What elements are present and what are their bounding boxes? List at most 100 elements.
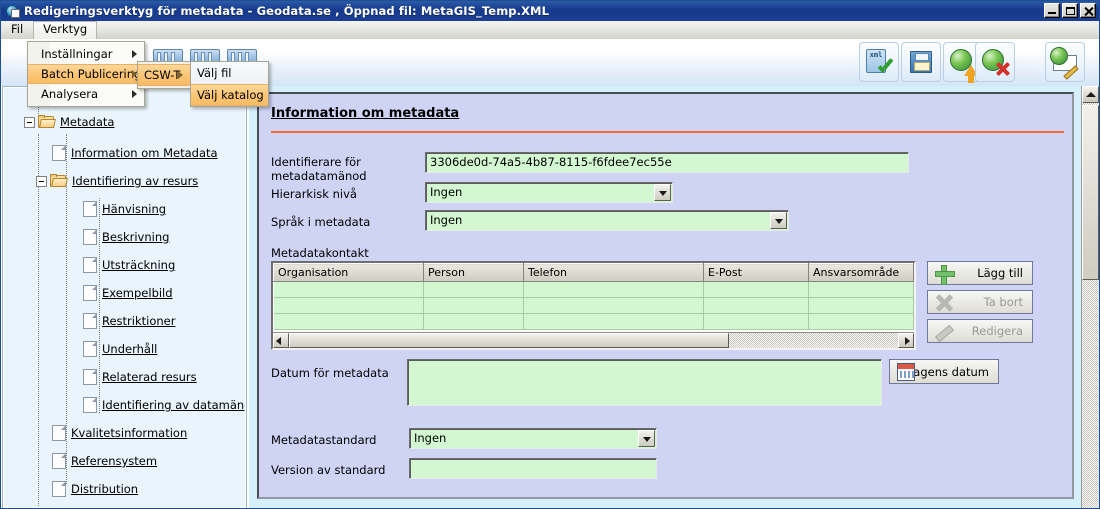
tree-node-utstrackning[interactable]: Utsträckning <box>83 255 175 275</box>
tree-node-identifiering-av-datamangd[interactable]: Identifiering av datamängd <box>83 395 245 415</box>
tree-node-identifiering-av-resurs[interactable]: Identifiering av resurs <box>36 171 198 191</box>
scroll-right-arrow-icon[interactable] <box>898 333 914 348</box>
tree-node-information-om-metadata[interactable]: Information om Metadata <box>52 143 218 163</box>
menu-item-valj-fil[interactable]: Välj fil <box>191 62 268 84</box>
chevron-down-icon[interactable] <box>638 430 655 447</box>
table-cell[interactable] <box>423 281 524 298</box>
page-icon <box>83 285 97 301</box>
hierarchy-level-select[interactable]: Ingen <box>425 182 673 203</box>
batch-publicering-submenu[interactable]: CSW-T <box>137 61 191 89</box>
tree-node-distribution[interactable]: Distribution <box>52 479 138 499</box>
tree-node-hanvisning[interactable]: Hänvisning <box>83 199 166 219</box>
menu-verktyg[interactable]: Verktyg <box>33 20 98 39</box>
table-cell[interactable] <box>808 297 914 314</box>
navigation-tree[interactable]: Metadata Information om Metadata Identif… <box>4 88 245 507</box>
collapse-expander-icon[interactable] <box>36 175 47 187</box>
menu-item-batch-publicering[interactable]: Batch Publicering <box>28 64 144 84</box>
table-cell[interactable] <box>423 297 524 314</box>
title-bar: Redigeringsverktyg för metadata - Geodat… <box>1 1 1099 21</box>
chevron-down-icon[interactable] <box>654 184 671 201</box>
content-vertical-scrollbar[interactable] <box>1081 86 1099 508</box>
table-cell[interactable] <box>808 281 914 298</box>
table-cell[interactable] <box>273 281 424 298</box>
chevron-down-icon[interactable] <box>770 212 787 229</box>
table-horizontal-scrollbar[interactable] <box>273 332 914 348</box>
metadata-date-input[interactable] <box>407 359 882 406</box>
tree-node-underhall[interactable]: Underhåll <box>83 339 157 359</box>
scrollbar-thumb[interactable] <box>1082 105 1099 280</box>
minimize-button[interactable] <box>1044 3 1060 18</box>
menu-item-csw-t[interactable]: CSW-T <box>138 64 190 86</box>
x-icon <box>935 294 953 312</box>
submenu-arrow-icon <box>132 90 137 98</box>
menu-item-valj-katalog[interactable]: Välj katalog <box>191 84 268 106</box>
table-cell[interactable] <box>273 297 424 314</box>
scroll-left-arrow-icon[interactable] <box>273 333 289 348</box>
plus-icon <box>935 265 955 285</box>
todays-date-button[interactable]: Dagens datum <box>889 359 999 384</box>
maximize-button[interactable] <box>1062 3 1078 18</box>
verktyg-dropdown-menu[interactable]: Inställningar Batch Publicering Analyser… <box>27 41 145 107</box>
submenu-arrow-icon <box>178 71 183 79</box>
add-contact-button[interactable]: Lägg till <box>927 261 1033 285</box>
page-icon <box>83 201 97 217</box>
remove-contact-button[interactable]: Ta bort <box>927 290 1033 314</box>
validate-xml-icon[interactable]: xml <box>859 42 899 82</box>
tree-node-relaterad-resurs[interactable]: Relaterad resurs <box>83 367 197 387</box>
scrollbar-thumb[interactable] <box>289 333 729 348</box>
table-cell[interactable] <box>523 297 704 314</box>
menu-fil[interactable]: Fil <box>1 21 33 39</box>
standard-version-label: Version av standard <box>271 463 386 477</box>
table-cell[interactable] <box>703 281 809 298</box>
table-row[interactable] <box>273 297 914 314</box>
app-globe-document-icon <box>5 3 21 19</box>
table-cell[interactable] <box>523 313 704 330</box>
menu-item-installningar[interactable]: Inställningar <box>28 44 144 64</box>
menu-item-label: CSW-T <box>144 68 181 82</box>
tree-node-beskrivning[interactable]: Beskrivning <box>83 227 169 247</box>
menu-item-analysera[interactable]: Analysera <box>28 84 144 104</box>
page-icon <box>83 313 97 329</box>
table-cell[interactable] <box>523 281 704 298</box>
tree-node-label: Referensystem <box>71 454 158 468</box>
tree-node-exempelbild[interactable]: Exempelbild <box>83 283 173 303</box>
edit-contact-button[interactable]: Redigera <box>927 319 1033 343</box>
tree-node-metadata[interactable]: Metadata <box>24 112 114 132</box>
tree-node-label: Identifiering av datamängd <box>102 398 245 412</box>
page-icon <box>83 229 97 245</box>
tree-node-label: Information om Metadata <box>71 146 218 160</box>
menu-item-label: Inställningar <box>41 47 113 61</box>
table-cell[interactable] <box>423 313 524 330</box>
table-cell[interactable] <box>808 313 914 330</box>
table-cell[interactable] <box>703 297 809 314</box>
tree-node-label: Hänvisning <box>102 202 167 216</box>
tree-node-kvalitetsinformation[interactable]: Kvalitetsinformation <box>52 423 187 443</box>
collapse-expander-icon[interactable] <box>24 116 35 128</box>
edit-metadata-icon[interactable] <box>1045 42 1085 82</box>
column-header-organisation[interactable]: Organisation <box>273 263 424 282</box>
column-header-ansvarsomrade[interactable]: Ansvarsområde <box>808 263 914 282</box>
save-file-icon[interactable] <box>901 42 941 82</box>
column-header-telefon[interactable]: Telefon <box>523 263 704 282</box>
table-row[interactable] <box>273 281 914 298</box>
scroll-up-arrow-icon[interactable] <box>1082 86 1099 103</box>
csw-t-submenu[interactable]: Välj fil Välj katalog <box>190 61 269 107</box>
metadata-standard-select[interactable]: Ingen <box>409 428 657 449</box>
identifier-input[interactable]: 3306de0d-74a5-4b87-8115-f6fdee7ec55e <box>425 152 909 173</box>
remove-from-web-icon[interactable] <box>975 42 1015 82</box>
table-cell[interactable] <box>703 313 809 330</box>
contact-table[interactable]: Organisation Person Telefon E-Post Ansva… <box>271 261 916 350</box>
column-header-epost[interactable]: E-Post <box>703 263 809 282</box>
tree-node-label: Restriktioner <box>102 314 176 328</box>
column-header-person[interactable]: Person <box>423 263 524 282</box>
close-button[interactable] <box>1080 3 1096 18</box>
metadata-language-select[interactable]: Ingen <box>425 210 789 231</box>
table-row[interactable] <box>273 313 914 330</box>
tree-node-referensystem[interactable]: Referensystem <box>52 451 157 471</box>
navigation-tree-panel: Metadata Information om Metadata Identif… <box>2 86 247 508</box>
tree-node-restriktioner[interactable]: Restriktioner <box>83 311 175 331</box>
tree-node-label: Utsträckning <box>102 258 176 272</box>
standard-version-input[interactable] <box>409 458 657 479</box>
metadata-language-value: Ingen <box>430 213 463 227</box>
table-cell[interactable] <box>273 313 424 330</box>
